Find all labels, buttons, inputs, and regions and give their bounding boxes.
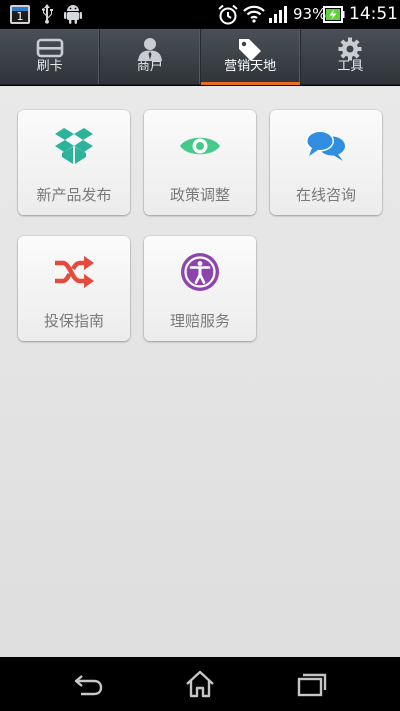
tile-label: 新产品发布 bbox=[36, 186, 112, 204]
alarm-icon bbox=[218, 4, 238, 25]
tab-marketing[interactable]: 营销天地 bbox=[200, 29, 301, 85]
tab-merchant[interactable]: 商户 bbox=[100, 29, 201, 84]
tab-card[interactable]: 刷卡 bbox=[0, 29, 101, 84]
tile-claims-service[interactable]: 理赔服务 bbox=[144, 236, 256, 341]
tile-policy-adjustment[interactable]: 政策调整 bbox=[144, 110, 256, 215]
usb-icon bbox=[42, 4, 53, 24]
tab-tools[interactable]: 工具 bbox=[301, 29, 400, 84]
clock: 14:51 bbox=[349, 4, 398, 24]
shuffle-icon bbox=[55, 256, 94, 288]
open-box-icon bbox=[55, 128, 93, 164]
home-icon[interactable] bbox=[180, 669, 220, 699]
tile-new-product[interactable]: 新产品发布 bbox=[18, 110, 130, 215]
battery-percent: 93% bbox=[293, 5, 327, 23]
android-icon bbox=[64, 5, 82, 24]
battery-charging-icon bbox=[323, 6, 345, 23]
card-icon bbox=[36, 38, 63, 58]
person-icon bbox=[137, 38, 162, 61]
calendar-icon: 1 bbox=[10, 5, 30, 24]
tile-insurance-guide[interactable]: 投保指南 bbox=[18, 236, 130, 341]
main-content: 新产品发布 政策调整 在线咨询 投保指南 理赔服务 bbox=[0, 86, 400, 657]
recent-apps-icon[interactable] bbox=[292, 669, 332, 699]
tile-online-consultation[interactable]: 在线咨询 bbox=[270, 110, 382, 215]
wifi-icon bbox=[243, 5, 265, 23]
tile-label: 在线咨询 bbox=[295, 186, 356, 204]
tag-icon bbox=[239, 39, 262, 61]
tile-label: 政策调整 bbox=[169, 186, 230, 204]
system-nav-bar bbox=[0, 657, 400, 711]
chat-bubbles-icon bbox=[306, 130, 345, 161]
gear-icon bbox=[338, 37, 362, 61]
top-tab-bar: 刷卡 商户 营销天地 工具 bbox=[0, 29, 400, 85]
tile-label: 理赔服务 bbox=[169, 312, 230, 330]
back-icon[interactable] bbox=[68, 669, 108, 699]
signal-icon bbox=[269, 6, 287, 23]
accessibility-icon bbox=[181, 253, 219, 291]
status-bar: 1 93% 14:51 bbox=[0, 0, 400, 29]
eye-icon bbox=[180, 137, 220, 155]
tile-label: 投保指南 bbox=[43, 312, 104, 330]
